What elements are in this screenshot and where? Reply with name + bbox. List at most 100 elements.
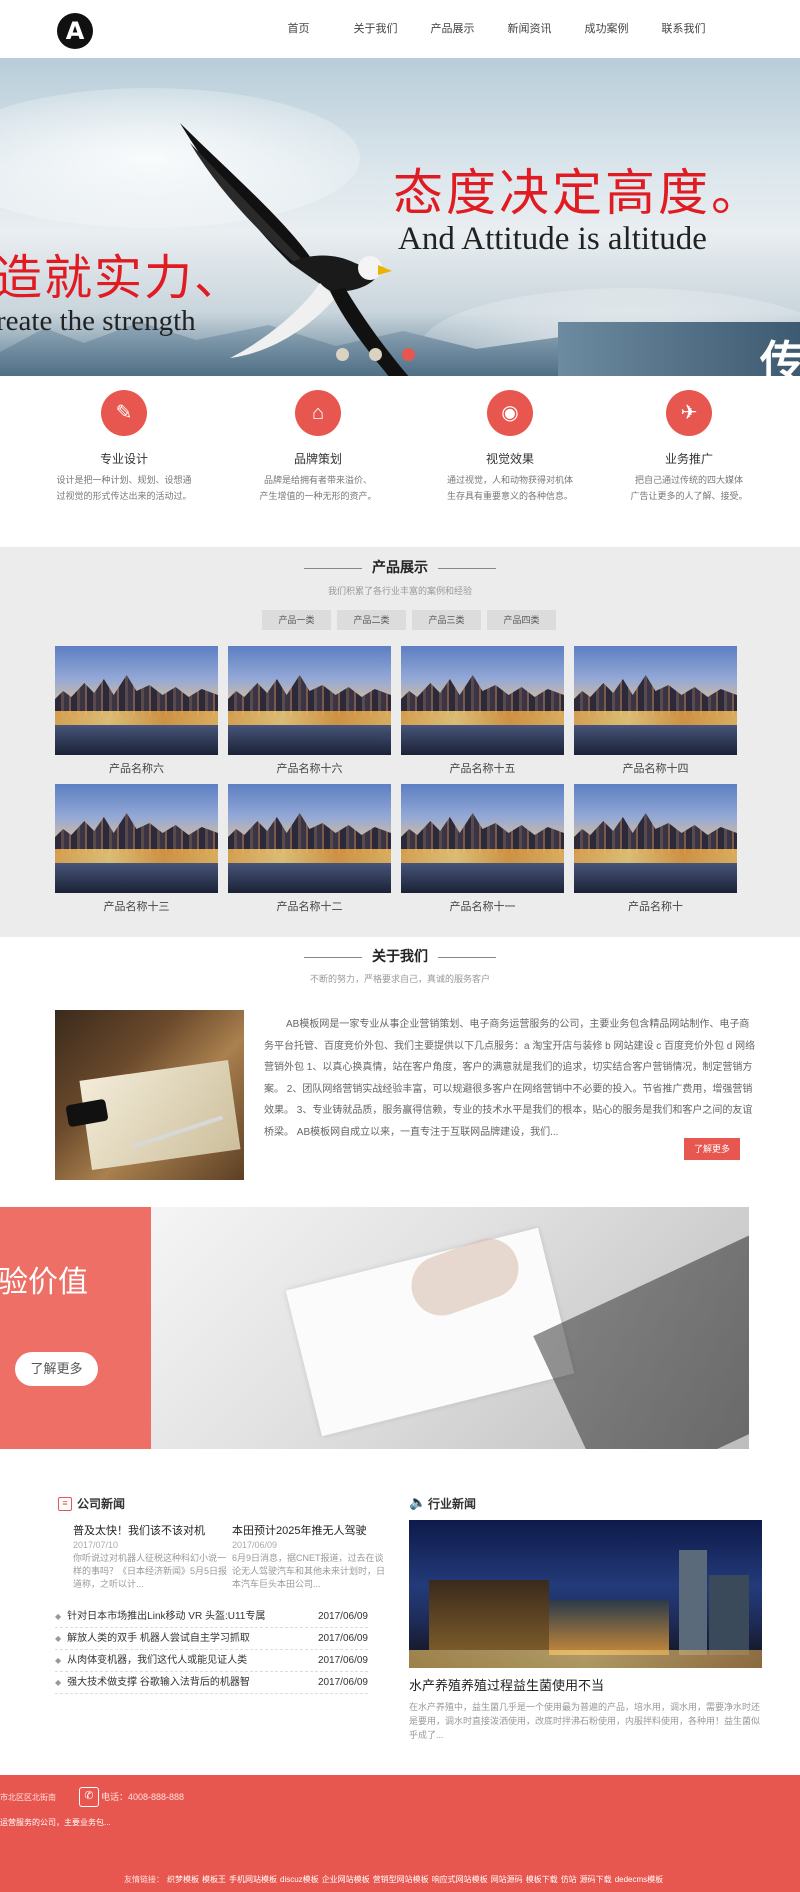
- list-item-title[interactable]: 从肉体变机器，我们这代人或能见证人类: [55, 1650, 247, 1671]
- tab-category-1[interactable]: 产品一类: [262, 610, 331, 630]
- nav-home[interactable]: 首页: [260, 0, 337, 58]
- nav-contact[interactable]: 联系我们: [645, 0, 722, 58]
- service-desc: 设计是把一种计划、规划、设想通 过视觉的形式传达出来的活动过。: [56, 475, 192, 501]
- product-card[interactable]: 产品名称六: [55, 646, 218, 784]
- airplane-icon: ✈: [666, 390, 712, 436]
- value-more-button[interactable]: 了解更多: [15, 1352, 98, 1386]
- featured-news-item[interactable]: 普及太快！我们该不该对机 2017/07/10 你听说过对机器人征税这种科幻小说…: [73, 1522, 228, 1591]
- product-card[interactable]: 产品名称十六: [228, 646, 391, 784]
- footer-intro: 运营服务的公司，主要业务包...: [0, 1818, 111, 1827]
- nav-products[interactable]: 产品展示: [414, 0, 491, 58]
- document-icon: ≡: [58, 1496, 72, 1511]
- products-heading: 产品展示: [0, 557, 800, 577]
- main-nav: 首页 关于我们 产品展示 新闻资讯 成功案例 联系我们: [260, 0, 722, 58]
- slider-dot-3[interactable]: [402, 348, 415, 361]
- product-image[interactable]: [401, 784, 564, 893]
- about-more-button[interactable]: 了解更多: [684, 1138, 740, 1160]
- service-title: 业务推广: [664, 452, 713, 466]
- product-image[interactable]: [574, 646, 737, 755]
- heading-divider: [438, 956, 496, 958]
- industry-news-headline[interactable]: 水产养殖养殖过程益生菌使用不当: [409, 1675, 604, 1694]
- industry-news-image[interactable]: [409, 1520, 762, 1668]
- product-card[interactable]: 产品名称十三: [55, 784, 218, 922]
- friend-link[interactable]: 织梦模板: [167, 1875, 199, 1884]
- friend-link[interactable]: 网站源码: [491, 1875, 523, 1884]
- products-section: 产品展示 我们积累了各行业丰富的案例和经验 产品一类 产品二类 产品三类 产品四…: [0, 547, 800, 937]
- industry-news-title[interactable]: 行业新闻: [428, 1495, 476, 1512]
- service-item[interactable]: ✎ 专业设计 设计是把一种计划、规划、设想通 过视觉的形式传达出来的活动过。: [34, 390, 214, 504]
- product-image[interactable]: [228, 646, 391, 755]
- service-title: 专业设计: [99, 452, 148, 466]
- hero-banner[interactable]: 传 造就实力、 reate the strength 态度决定高度。 And A…: [0, 58, 800, 376]
- eagle-image: [180, 123, 409, 376]
- value-red-panel: 验价值 了解更多: [0, 1207, 151, 1449]
- friend-link[interactable]: 模板王: [202, 1875, 226, 1884]
- product-name[interactable]: 产品名称六: [55, 755, 218, 784]
- product-name[interactable]: 产品名称十: [574, 893, 737, 922]
- list-item[interactable]: 针对日本市场推出Link移动 VR 头盔:U11专属 2017/06/09: [55, 1606, 368, 1628]
- list-item[interactable]: 强大技术做支撑 谷歌输入法背后的机器智 2017/06/09: [55, 1672, 368, 1694]
- product-image[interactable]: [401, 646, 564, 755]
- product-card[interactable]: 产品名称十: [574, 784, 737, 922]
- slider-dot-1[interactable]: [336, 348, 349, 361]
- slider-dot-2[interactable]: [369, 348, 382, 361]
- service-item[interactable]: ✈ 业务推广 把自己通过传统的四大媒体 广告让更多的人了解、接受。: [599, 390, 779, 504]
- friend-link[interactable]: discuz模板: [280, 1875, 319, 1884]
- service-item[interactable]: ◉ 视觉效果 通过视觉，人和动物获得对机体 生存具有重要意义的各种信息。: [420, 390, 600, 504]
- slider-pagination: [336, 348, 415, 361]
- service-item[interactable]: ⌂ 品牌策划 品牌是给拥有者带来溢价、 产生增值的一种无形的资产。: [228, 390, 408, 504]
- value-slogan: 验价值: [0, 1265, 88, 1300]
- footer-phone: 电话：4008-888-888: [101, 1792, 185, 1802]
- product-card[interactable]: 产品名称十四: [574, 646, 737, 784]
- product-name[interactable]: 产品名称十六: [228, 755, 391, 784]
- nav-about[interactable]: 关于我们: [337, 0, 414, 58]
- featured-news-title[interactable]: 普及太快！我们该不该对机: [73, 1522, 228, 1538]
- friend-link[interactable]: dedecms模板: [615, 1875, 663, 1884]
- friend-link[interactable]: 手机网站模板: [229, 1875, 277, 1884]
- nav-cases[interactable]: 成功案例: [568, 0, 645, 58]
- friend-link[interactable]: 营销型网站模板: [373, 1875, 429, 1884]
- tag-icon: ⌂: [295, 390, 341, 436]
- product-card[interactable]: 产品名称十一: [401, 784, 564, 922]
- tab-category-3[interactable]: 产品三类: [412, 610, 481, 630]
- list-item[interactable]: 从肉体变机器，我们这代人或能见证人类 2017/06/09: [55, 1650, 368, 1672]
- product-name[interactable]: 产品名称十一: [401, 893, 564, 922]
- product-grid: 产品名称六 产品名称十六 产品名称十五 产品名称十四 产品名称十三 产品名称十二…: [55, 646, 745, 922]
- product-name[interactable]: 产品名称十五: [401, 755, 564, 784]
- friend-link[interactable]: 响应式网站模板: [432, 1875, 488, 1884]
- footer-address: 市北区区北街南: [0, 1793, 56, 1802]
- product-image[interactable]: [55, 784, 218, 893]
- friend-link[interactable]: 模板下载: [526, 1875, 558, 1884]
- product-name[interactable]: 产品名称十三: [55, 893, 218, 922]
- site-logo[interactable]: A: [57, 13, 93, 49]
- services-section: ✎ 专业设计 设计是把一种计划、规划、设想通 过视觉的形式传达出来的活动过。 ⌂ …: [0, 376, 800, 546]
- company-news-list: 针对日本市场推出Link移动 VR 头盔:U11专属 2017/06/09 解放人…: [55, 1606, 368, 1694]
- tab-category-4[interactable]: 产品四类: [487, 610, 556, 630]
- tab-category-2[interactable]: 产品二类: [337, 610, 406, 630]
- product-name[interactable]: 产品名称十二: [228, 893, 391, 922]
- friend-link[interactable]: 源码下载: [580, 1875, 612, 1884]
- friend-link[interactable]: 仿站: [561, 1875, 577, 1884]
- product-name[interactable]: 产品名称十四: [574, 755, 737, 784]
- product-image[interactable]: [55, 646, 218, 755]
- about-image: [55, 1010, 244, 1180]
- list-item-title[interactable]: 强大技术做支撑 谷歌输入法背后的机器智: [55, 1672, 250, 1693]
- friend-links: 友情链接： 织梦模板 模板王 手机网站模板 discuz模板 企业网站模板 营销型网站模板响…: [124, 1874, 663, 1885]
- about-heading: 关于我们: [0, 946, 800, 966]
- friend-links-label: 友情链接：: [124, 1875, 164, 1884]
- list-item-title[interactable]: 针对日本市场推出Link移动 VR 头盔:U11专属: [55, 1606, 265, 1627]
- company-news-title[interactable]: 公司新闻: [77, 1495, 125, 1512]
- nav-news[interactable]: 新闻资讯: [491, 0, 568, 58]
- product-card[interactable]: 产品名称十二: [228, 784, 391, 922]
- banner-left-slogan-en: reate the strength: [0, 305, 196, 337]
- product-image[interactable]: [228, 784, 391, 893]
- list-item-title[interactable]: 解放人类的双手 机器人尝试自主学习抓取: [55, 1628, 250, 1649]
- product-image[interactable]: [574, 784, 737, 893]
- featured-news-item[interactable]: 本田预计2025年推无人驾驶 2017/06/09 6月9日消息，据CNET报道…: [232, 1522, 387, 1591]
- featured-news-title[interactable]: 本田预计2025年推无人驾驶: [232, 1522, 387, 1538]
- phone-icon: ✆: [79, 1787, 99, 1807]
- list-item[interactable]: 解放人类的双手 机器人尝试自主学习抓取 2017/06/09: [55, 1628, 368, 1650]
- product-card[interactable]: 产品名称十五: [401, 646, 564, 784]
- about-subtitle: 不断的努力，严格要求自己，真诚的服务客户: [309, 974, 490, 984]
- friend-link[interactable]: 企业网站模板: [322, 1875, 370, 1884]
